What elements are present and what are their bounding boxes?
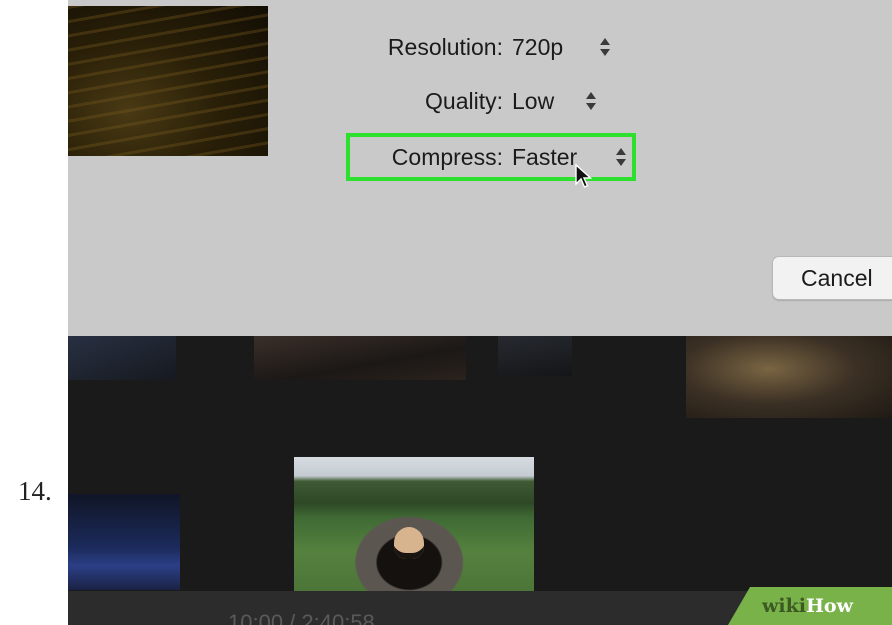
step-number: 14. <box>18 476 52 506</box>
quality-row: Quality: Low <box>68 84 892 118</box>
cancel-button[interactable]: Cancel <box>772 256 892 300</box>
stepper-icon[interactable] <box>600 36 610 58</box>
timeline-thumbnail <box>498 336 572 376</box>
child-in-tunnel <box>394 527 424 559</box>
timecode: 10:00 / 2:40:58 <box>228 610 375 625</box>
resolution-label: Resolution: <box>387 34 503 60</box>
watermark-wiki: wiki <box>762 595 806 617</box>
wikihow-watermark: wikiHow <box>728 587 892 625</box>
timeline-thumbnail <box>68 494 180 590</box>
timeline-thumbnail <box>68 336 176 380</box>
mouse-cursor-icon <box>575 164 593 188</box>
export-dialog: Resolution: 720p Quality: Low Compress: … <box>68 0 892 336</box>
watermark-how: How <box>805 595 853 617</box>
timeline-thumbnail <box>686 336 892 418</box>
quality-label: Quality: <box>425 88 503 114</box>
timeline-thumbnail <box>294 457 534 592</box>
quality-select[interactable]: Low <box>512 84 554 118</box>
screenshot: Resolution: 720p Quality: Low Compress: … <box>68 0 892 625</box>
resolution-row: Resolution: 720p <box>68 30 892 64</box>
video-preview-thumbnail <box>68 6 268 156</box>
resolution-select[interactable]: 720p <box>512 30 563 64</box>
stepper-icon[interactable] <box>586 90 596 112</box>
timeline-thumbnail <box>254 336 466 380</box>
